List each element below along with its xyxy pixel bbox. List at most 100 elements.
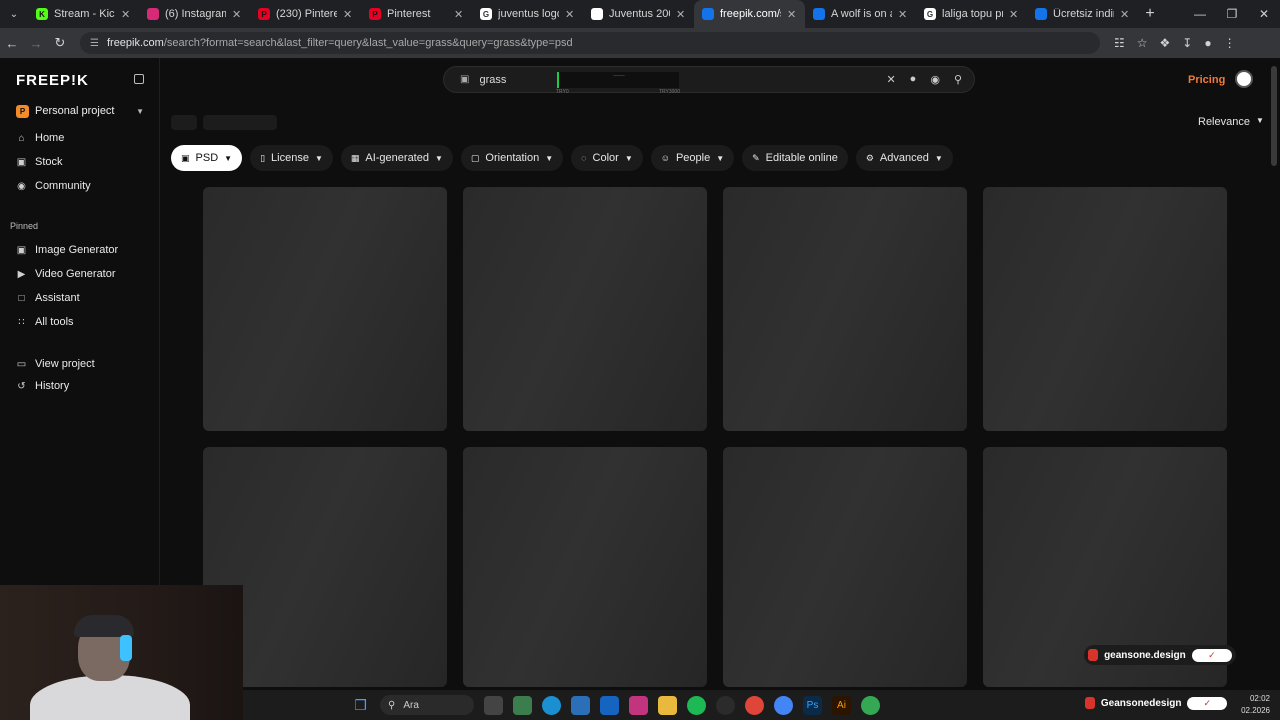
browser-tab[interactable]: P Pinterest ✕ xyxy=(361,0,472,28)
result-card[interactable] xyxy=(723,447,967,687)
close-tab-icon[interactable]: ✕ xyxy=(565,8,575,21)
freepik-logo[interactable]: FREEP!K xyxy=(16,72,89,89)
taskbar-search[interactable]: ⚲ Ara xyxy=(380,695,474,715)
window-controls: — ❐ ✕ xyxy=(1184,0,1280,28)
tab-search-icon[interactable]: ⌄ xyxy=(0,0,28,28)
chrome-icon[interactable] xyxy=(774,695,793,715)
pricing-link[interactable]: Pricing xyxy=(1188,74,1225,86)
illustrator-icon[interactable]: Ai xyxy=(832,695,851,715)
file-type-icon[interactable]: ▣ xyxy=(460,74,469,85)
filter-license[interactable]: ▯ License ▼ xyxy=(250,145,333,171)
filter-advanced[interactable]: ⚙ Advanced ▼ xyxy=(855,145,953,171)
task-view-icon[interactable] xyxy=(484,695,503,715)
result-card[interactable] xyxy=(723,187,967,431)
close-window-icon[interactable]: ✕ xyxy=(1248,0,1280,28)
bookmark-star-icon[interactable]: ☆ xyxy=(1137,36,1148,50)
browser-tab[interactable]: Gjuventus logo png ✕ xyxy=(472,0,583,28)
extensions-icon[interactable]: ❖ xyxy=(1160,36,1171,50)
result-card[interactable] xyxy=(203,187,447,431)
sidebar-item-view-project[interactable]: ▭ View project xyxy=(16,356,95,372)
sidebar-item-home[interactable]: ⌂ Home xyxy=(16,130,64,146)
outlook-icon[interactable] xyxy=(600,695,619,715)
sidebar-item-label: Assistant xyxy=(35,292,80,304)
sidebar-item-history[interactable]: ↺ History xyxy=(16,378,69,394)
avatar[interactable] xyxy=(1235,70,1253,88)
sidebar-item-assistant[interactable]: □ Assistant xyxy=(16,290,80,306)
collapse-sidebar-icon[interactable] xyxy=(134,74,144,84)
browser-tab[interactable]: Juventus 2004-20 ✕ xyxy=(583,0,694,28)
back-icon[interactable]: ← xyxy=(0,36,24,51)
sidebar-item-community[interactable]: ◉ Community xyxy=(16,178,91,194)
chevron-down-icon: ▼ xyxy=(1255,116,1264,125)
translate-icon[interactable]: ☷ xyxy=(1114,36,1125,50)
project-selector[interactable]: P Personal project ▼ xyxy=(10,101,150,121)
palette-icon: ◌ xyxy=(581,153,587,163)
profile-icon[interactable]: ● xyxy=(1204,36,1211,50)
minimize-icon[interactable]: — xyxy=(1184,0,1216,28)
windows-start-icon[interactable]: ❒ xyxy=(351,696,370,715)
edge-icon[interactable] xyxy=(542,695,561,715)
close-tab-icon[interactable]: ✕ xyxy=(1120,8,1130,21)
reload-icon[interactable]: ↻ xyxy=(48,35,72,51)
sort-dropdown[interactable]: Relevance ▼ xyxy=(1198,116,1264,128)
microphone-icon[interactable]: ● xyxy=(910,73,917,86)
browser-tab[interactable]: K Stream - Kick Da: ✕ xyxy=(28,0,139,28)
sidebar-item-label: Home xyxy=(35,132,65,144)
result-card[interactable] xyxy=(463,447,707,687)
search-icon[interactable]: ⚲ xyxy=(954,73,962,86)
result-card[interactable] xyxy=(983,187,1227,431)
result-card[interactable] xyxy=(463,187,707,431)
sidebar-item-all-tools[interactable]: ∷ All tools xyxy=(16,314,73,330)
filter-ai-generated[interactable]: ▦ AI-generated ▼ xyxy=(340,145,453,171)
browser-tab[interactable]: P (230) Pinterest ✕ xyxy=(250,0,361,28)
new-tab-icon[interactable]: + xyxy=(1138,5,1162,23)
search-bar[interactable]: ▣ grass ✕ ● ◉ ⚲ xyxy=(443,66,975,93)
forward-icon[interactable]: → xyxy=(24,36,48,51)
filter-psd[interactable]: ▣ PSD ▼ xyxy=(171,145,243,171)
browser-tab[interactable]: A wolf is on a roc ✕ xyxy=(805,0,916,28)
store-icon[interactable] xyxy=(571,695,590,715)
filter-orientation[interactable]: ▢ Orientation ▼ xyxy=(460,145,564,171)
close-tab-icon[interactable]: ✕ xyxy=(454,8,464,21)
favicon-icon xyxy=(1035,8,1047,20)
filter-people[interactable]: ☺ People ▼ xyxy=(650,145,735,171)
clear-icon[interactable]: ✕ xyxy=(886,73,895,86)
people-icon: ☺ xyxy=(660,153,670,163)
instagram-icon[interactable] xyxy=(629,695,648,715)
download-icon[interactable]: ↧ xyxy=(1182,36,1192,50)
close-tab-icon[interactable]: ✕ xyxy=(787,8,797,21)
close-tab-icon[interactable]: ✕ xyxy=(1009,8,1019,21)
maximize-icon[interactable]: ❐ xyxy=(1216,0,1248,28)
browser-tab[interactable]: Ücretsiz indirin | I ✕ xyxy=(1027,0,1138,28)
url-field[interactable]: ☰ freepik.com/search?format=search&last_… xyxy=(80,32,1100,54)
browser-tab[interactable]: freepik.com/searc ✕ xyxy=(694,0,805,28)
photoshop-icon[interactable]: Ps xyxy=(803,695,822,715)
system-clock[interactable]: 02:02 02.2026 xyxy=(1241,693,1270,717)
spotify-icon[interactable] xyxy=(687,695,706,715)
filter-editable-online[interactable]: ✎ Editable online xyxy=(742,145,848,171)
page-scrollbar[interactable] xyxy=(1271,66,1277,166)
steam-icon[interactable] xyxy=(716,695,735,715)
site-info-icon[interactable]: ☰ xyxy=(90,38,99,49)
folder-icon[interactable] xyxy=(658,695,677,715)
sidebar-item-video-generator[interactable]: ▶ Video Generator xyxy=(16,266,116,282)
close-tab-icon[interactable]: ✕ xyxy=(676,8,686,21)
chevron-down-icon: ▼ xyxy=(314,153,323,163)
favicon-icon: G xyxy=(480,8,492,20)
browser-tab[interactable]: Glaliga topu png - ✕ xyxy=(916,0,1027,28)
close-tab-icon[interactable]: ✕ xyxy=(121,8,131,21)
menu-icon[interactable]: ⋮ xyxy=(1224,36,1236,50)
camera-icon[interactable]: ◉ xyxy=(930,73,940,86)
browser-tab[interactable]: (6) Instagram ✕ xyxy=(139,0,250,28)
search-input[interactable]: grass xyxy=(479,74,506,86)
sidebar-item-image-generator[interactable]: ▣ Image Generator xyxy=(16,242,118,258)
close-tab-icon[interactable]: ✕ xyxy=(898,8,908,21)
widgets-icon[interactable] xyxy=(513,695,532,715)
filter-color[interactable]: ◌ Color ▼ xyxy=(571,145,643,171)
chrome-icon[interactable] xyxy=(861,695,880,715)
close-tab-icon[interactable]: ✕ xyxy=(343,8,353,21)
sidebar-item-stock[interactable]: ▣ Stock xyxy=(16,154,63,170)
ai-icon: ▦ xyxy=(350,152,360,163)
close-tab-icon[interactable]: ✕ xyxy=(232,8,242,21)
chrome-icon[interactable] xyxy=(745,695,764,715)
